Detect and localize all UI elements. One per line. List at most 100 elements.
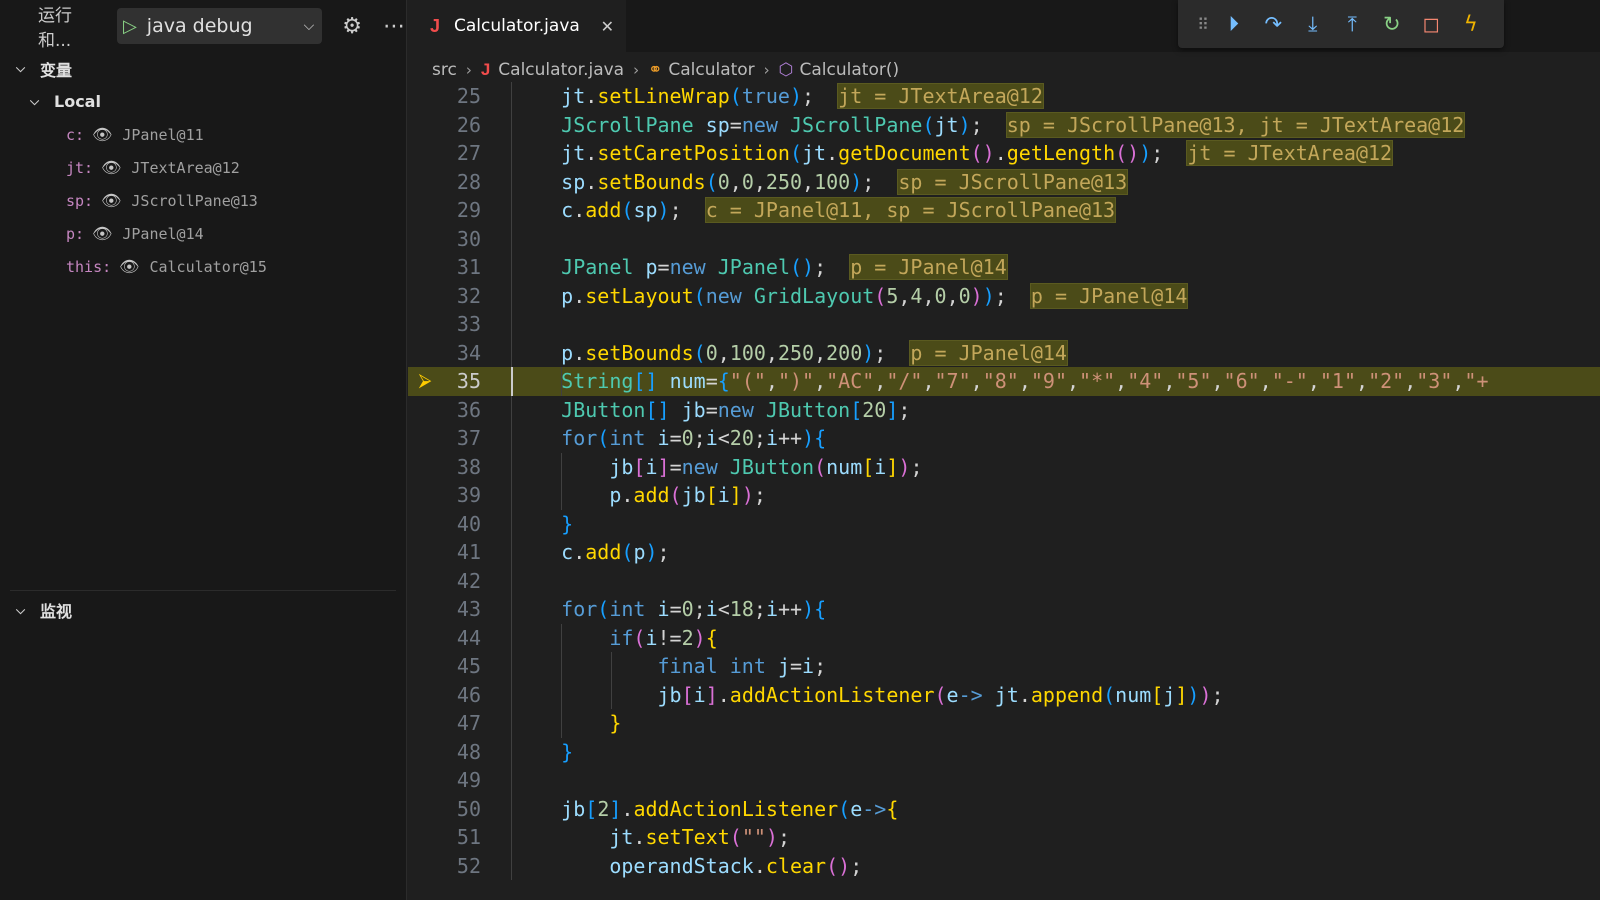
- line-number[interactable]: 34: [433, 339, 481, 368]
- line-number[interactable]: 27: [433, 139, 481, 168]
- step-out-icon[interactable]: ⤒: [1333, 12, 1373, 37]
- line-number[interactable]: 51: [433, 823, 481, 852]
- breadcrumb-src[interactable]: src: [432, 60, 457, 80]
- line-number[interactable]: 47: [433, 709, 481, 738]
- chevron-down-icon[interactable]: ⌵: [16, 61, 32, 76]
- continue-icon[interactable]: ⏵: [1214, 12, 1254, 37]
- variable-name: jt:: [66, 158, 94, 177]
- line-number[interactable]: 45: [433, 652, 481, 681]
- breadcrumb-class[interactable]: Calculator: [668, 60, 754, 80]
- code-line: 28 sp.setBounds(0,0,250,100); sp = JScro…: [408, 167, 1600, 197]
- line-text: }: [511, 509, 573, 538]
- line-number[interactable]: 32: [433, 282, 481, 311]
- inline-value: c = JPanel@11, sp = JScrollPane@13: [704, 197, 1117, 223]
- launch-config-select[interactable]: ▷ java debug ⌵: [116, 8, 323, 44]
- line-text: jt.setLineWrap(true); jt = JTextArea@12: [511, 82, 1044, 111]
- inline-value: sp = JScrollPane@13, jt = JTextArea@12: [1005, 111, 1466, 138]
- eye-icon: 👁: [101, 191, 122, 210]
- code-line: 45 final int j=i;: [408, 652, 1600, 681]
- code-line: 41 c.add(p);: [408, 538, 1600, 567]
- code-line: 27 jt.setCaretPosition(jt.getDocument().…: [408, 139, 1600, 168]
- line-number[interactable]: 33: [433, 310, 481, 339]
- eye-icon: 👁: [92, 125, 113, 144]
- variables-section-header[interactable]: ⌵ 变量: [0, 52, 406, 85]
- line-number[interactable]: 46: [433, 681, 481, 710]
- watch-section: ⌵ 监视: [10, 590, 396, 627]
- variables-section-title: 变量: [40, 60, 73, 80]
- line-number[interactable]: 38: [433, 453, 481, 482]
- line-number[interactable]: 44: [433, 624, 481, 653]
- gear-icon[interactable]: ⚙: [340, 14, 364, 39]
- line-number[interactable]: 50: [433, 795, 481, 824]
- more-actions-icon[interactable]: ⋯: [382, 14, 406, 39]
- breadcrumb-file[interactable]: Calculator.java: [498, 60, 624, 80]
- line-number[interactable]: 36: [433, 396, 481, 425]
- line-number[interactable]: 39: [433, 481, 481, 510]
- chevron-down-icon[interactable]: ⌵: [16, 603, 32, 618]
- variable-row[interactable]: sp: 👁 JScrollPane@13: [0, 184, 406, 217]
- class-icon: ⚭: [648, 60, 663, 80]
- line-number[interactable]: 30: [433, 225, 481, 254]
- line-number[interactable]: 52: [433, 852, 481, 881]
- line-number[interactable]: 35: [433, 367, 481, 396]
- code-editor[interactable]: 25 jt.setLineWrap(true); jt = JTextArea@…: [408, 82, 1600, 900]
- line-number[interactable]: 43: [433, 595, 481, 624]
- line-number[interactable]: 42: [433, 567, 481, 596]
- line-number[interactable]: 31: [433, 253, 481, 282]
- line-text: jb[i].addActionListener(e-> jt.append(nu…: [511, 680, 1224, 709]
- code-line: 52 operandStack.clear();: [408, 851, 1600, 881]
- code-line: 43 for(int i=0;i<18;i++){: [408, 595, 1600, 624]
- code-line: 33: [408, 310, 1600, 339]
- variable-value: JTextArea@12: [131, 158, 240, 177]
- code-line: 36 JButton[] jb=new JButton[20];: [408, 395, 1600, 425]
- chevron-down-icon[interactable]: ⌵: [30, 94, 46, 109]
- line-text: JPanel p=new JPanel(); p = JPanel@14: [511, 253, 1008, 282]
- step-over-icon[interactable]: ↷: [1254, 12, 1294, 36]
- line-text: for(int i=0;i<20;i++){: [511, 424, 826, 453]
- step-into-icon[interactable]: ⤓: [1293, 12, 1333, 37]
- variable-row[interactable]: this: 👁 Calculator@15: [0, 250, 406, 283]
- code-line: 38 jb[i]=new JButton(num[i]);: [408, 452, 1600, 482]
- start-debugging-icon[interactable]: ▷: [123, 16, 137, 37]
- eye-icon: 👁: [92, 224, 113, 243]
- line-text: }: [511, 709, 621, 738]
- line-text: c.add(sp); c = JPanel@11, sp = JScrollPa…: [511, 196, 1117, 225]
- tab-calculator-java[interactable]: J Calculator.java ✕: [408, 0, 626, 52]
- stop-icon[interactable]: ◻: [1412, 12, 1452, 36]
- line-number[interactable]: 28: [433, 168, 481, 197]
- code-line: 30: [408, 224, 1600, 254]
- line-text: String[] num={"(",")","AC","/","7","8","…: [511, 367, 1489, 396]
- line-text: jt.setText("");: [511, 823, 790, 852]
- tab-bar: J Calculator.java ✕ ⠿ ⏵ ↷ ⤓ ⤒ ↻ ◻ ϟ: [408, 0, 1600, 52]
- line-text: c.add(p);: [511, 538, 670, 567]
- line-number[interactable]: 40: [433, 510, 481, 539]
- local-scope-header[interactable]: ⌵ Local: [0, 85, 406, 118]
- variable-row[interactable]: jt: 👁 JTextArea@12: [0, 151, 406, 184]
- watch-section-header[interactable]: ⌵ 监视: [10, 593, 396, 627]
- variable-name: this:: [66, 257, 112, 276]
- line-number[interactable]: 37: [433, 424, 481, 453]
- variable-row[interactable]: p: 👁 JPanel@14: [0, 217, 406, 250]
- close-icon[interactable]: ✕: [601, 17, 614, 36]
- code-line: 29 c.add(sp); c = JPanel@11, sp = JScrol…: [408, 196, 1600, 225]
- drag-handle-icon[interactable]: ⠿: [1192, 15, 1214, 34]
- line-number[interactable]: 48: [433, 738, 481, 767]
- line-text: jt.setCaretPosition(jt.getDocument().get…: [511, 139, 1394, 168]
- hot-code-replace-icon[interactable]: ϟ: [1451, 12, 1491, 36]
- code-line: 51 jt.setText("");: [408, 823, 1600, 852]
- line-text: operandStack.clear();: [511, 851, 862, 880]
- line-number[interactable]: 26: [433, 111, 481, 140]
- variable-value: JScrollPane@13: [131, 191, 258, 210]
- debug-sidebar: 运行和... ▷ java debug ⌵ ⚙ ⋯ ⌵ 变量 ⌵ Local c…: [0, 0, 407, 900]
- line-number[interactable]: 41: [433, 538, 481, 567]
- variable-row[interactable]: c: 👁 JPanel@11: [0, 118, 406, 151]
- line-number[interactable]: 49: [433, 766, 481, 795]
- code-line: 26 JScrollPane sp=new JScrollPane(jt); s…: [408, 110, 1600, 140]
- restart-icon[interactable]: ↻: [1372, 12, 1412, 36]
- chevron-down-icon[interactable]: ⌵: [304, 18, 315, 34]
- line-number[interactable]: 29: [433, 196, 481, 225]
- breadcrumb-method[interactable]: Calculator(): [800, 60, 900, 80]
- editor-area: J Calculator.java ✕ ⠿ ⏵ ↷ ⤓ ⤒ ↻ ◻ ϟ src …: [408, 0, 1600, 900]
- line-text: if(i!=2){: [511, 623, 718, 652]
- line-number[interactable]: 25: [433, 82, 481, 111]
